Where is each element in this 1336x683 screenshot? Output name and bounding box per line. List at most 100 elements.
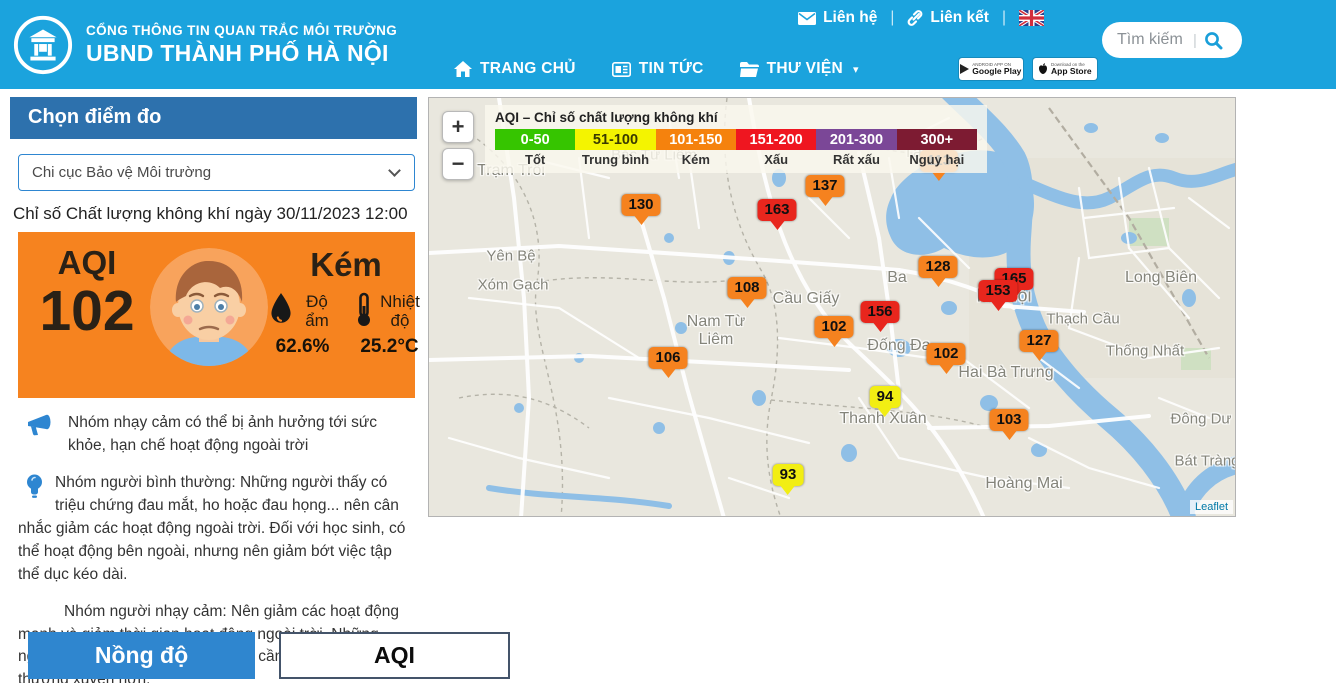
search-box: | [1102, 22, 1242, 58]
aqi-marker[interactable]: 156 [860, 301, 899, 323]
legend-band-label: Xấu [736, 152, 816, 167]
marker-tail [932, 172, 946, 181]
nav-library[interactable]: THƯ VIỆN ▾ [740, 60, 859, 78]
link-separator: | [890, 9, 894, 27]
brand-text: CỔNG THÔNG TIN QUAN TRẮC MÔI TRƯỜNG UBND… [86, 23, 397, 67]
app-badges: ANDROID APP ON Google Play Download on t… [959, 58, 1097, 80]
advisory-sensitive: Nhóm nhạy cảm có thể bị ảnh hưởng tới sứ… [18, 412, 412, 458]
aqi-button[interactable]: AQI [279, 632, 510, 679]
zoom-in-button[interactable]: + [442, 111, 474, 143]
map-place-label: Cầu Giấy [773, 290, 840, 308]
site-subtitle: CỔNG THÔNG TIN QUAN TRẮC MÔI TRƯỜNG [86, 23, 397, 38]
links-link[interactable]: Liên kết [907, 9, 989, 27]
marker-tail [939, 365, 953, 374]
link-icon [907, 10, 923, 26]
map-place-label: Đống Đa [867, 337, 930, 355]
map-place-label: Xóm Gạch [478, 277, 549, 294]
marker-tail [873, 323, 887, 332]
aqi-marker[interactable]: 103 [989, 409, 1028, 431]
leaflet-attribution[interactable]: Leaflet [1190, 500, 1233, 514]
marker-tail [770, 221, 784, 230]
envelope-icon [798, 12, 816, 25]
water-drop-icon [268, 292, 294, 326]
aqi-marker[interactable]: 163 [757, 199, 796, 221]
reading-title: Chỉ số Chất lượng không khí ngày 30/11/2… [13, 204, 417, 224]
aqi-marker[interactable]: 130 [621, 194, 660, 216]
map-place-label: Hai Bà Trưng [958, 364, 1053, 382]
lightbulb-icon [26, 474, 43, 507]
map-place-label: Bát Tràng [1174, 453, 1236, 470]
legend-band-label: Trung bình [575, 152, 655, 167]
concentration-button[interactable]: Nồng độ [28, 632, 255, 679]
map-place-label: Thạch Cầu [1046, 311, 1119, 328]
aqi-marker[interactable]: 137 [805, 175, 844, 197]
marker-tail [634, 216, 648, 225]
aqi-right: Kém Độ ẩm 62.6% Nhiệt độ 25.2°C [268, 244, 424, 358]
station-select[interactable]: Chi cục Bảo vệ Môi trường [18, 154, 415, 191]
aqi-marker[interactable]: 153 [978, 280, 1017, 302]
legend-labels: TốtTrung bìnhKémXấuRất xấuNguy hại [495, 152, 977, 167]
nav-news[interactable]: TIN TỨC [612, 60, 704, 78]
aqi-marker[interactable]: 93 [773, 464, 804, 486]
humidity-label: Độ ẩm [297, 292, 337, 330]
temperature-value: 25.2°C [360, 336, 418, 358]
temperature-label: Nhiệt độ [376, 292, 424, 330]
map-place-label: Hoàng Mai [985, 475, 1062, 493]
aqi-left: AQI 102 [24, 244, 150, 340]
megaphone-icon [26, 414, 56, 444]
news-icon [612, 62, 631, 77]
marker-tail [661, 369, 675, 378]
aqi-map[interactable]: + − AQI – Chỉ số chất lượng không khí 0-… [428, 97, 1236, 517]
folder-icon [740, 62, 759, 77]
aqi-metrics: Độ ẩm 62.6% Nhiệt độ 25.2°C [268, 292, 424, 358]
search-input[interactable] [1117, 31, 1191, 49]
search-icon[interactable] [1204, 31, 1223, 50]
search-divider: | [1193, 32, 1197, 49]
contact-link[interactable]: Liên hệ [798, 9, 877, 27]
panel-title: Chọn điểm đo [10, 97, 417, 139]
legend-band: 0-50 [495, 129, 575, 150]
zoom-out-button[interactable]: − [442, 148, 474, 180]
temperature-metric: Nhiệt độ 25.2°C [355, 292, 424, 358]
aqi-panel: AQI 102 Ké [18, 232, 415, 398]
legend-band: 300+ [897, 129, 977, 150]
hanoi-logo-icon [12, 14, 74, 76]
station-select-wrap: Chi cục Bảo vệ Môi trường [18, 154, 415, 191]
aqi-marker[interactable]: 102 [814, 316, 853, 338]
nav-home[interactable]: TRANG CHỦ [454, 60, 576, 78]
marker-tail [781, 486, 795, 495]
app-store-badge[interactable]: Download on the App Store [1033, 58, 1097, 80]
humidity-value: 62.6% [276, 336, 330, 358]
legend-bands: 0-5051-100101-150151-200201-300300+ [495, 129, 977, 150]
legend-band: 151-200 [736, 129, 816, 150]
aqi-value: 102 [24, 282, 150, 340]
aqi-marker[interactable]: 106 [648, 347, 687, 369]
map-zoom-control: + − [442, 111, 474, 185]
legend-title: AQI – Chỉ số chất lượng không khí [495, 110, 977, 125]
aqi-marker[interactable]: 128 [918, 256, 957, 278]
aqi-marker[interactable]: 108 [727, 277, 766, 299]
bottom-actions: Nồng độ AQI [28, 632, 510, 679]
legend-band-label: Kém [656, 152, 736, 167]
aqi-status: Kém [268, 246, 424, 284]
aqi-marker[interactable]: 102 [926, 343, 965, 365]
site-title: UBND THÀNH PHỐ HÀ NỘI [86, 40, 397, 67]
map-place-label: Thống Nhất [1106, 343, 1184, 360]
aqi-marker[interactable]: 94 [870, 386, 901, 408]
marker-tail [1032, 352, 1046, 361]
marker-tail [931, 278, 945, 287]
apple-icon [1038, 63, 1048, 75]
main-nav: TRANG CHỦ TIN TỨC THƯ VIỆN ▾ ANDROID APP… [430, 58, 1336, 80]
legend-band-label: Tốt [495, 152, 575, 167]
humidity-metric: Độ ẩm 62.6% [268, 292, 337, 358]
aqi-marker[interactable]: 127 [1019, 330, 1058, 352]
english-flag-button[interactable] [1019, 10, 1044, 26]
map-place-label: Ba [887, 269, 907, 287]
map-place-label: Long Biên [1125, 269, 1197, 287]
site-brand[interactable]: CỔNG THÔNG TIN QUAN TRẮC MÔI TRƯỜNG UBND… [0, 0, 430, 89]
sidebar: Chọn điểm đo Chi cục Bảo vệ Môi trường C… [10, 97, 417, 683]
aqi-label: AQI [24, 244, 150, 282]
chevron-down-icon: ▾ [853, 63, 859, 76]
play-icon [960, 64, 969, 74]
google-play-badge[interactable]: ANDROID APP ON Google Play [959, 58, 1023, 80]
